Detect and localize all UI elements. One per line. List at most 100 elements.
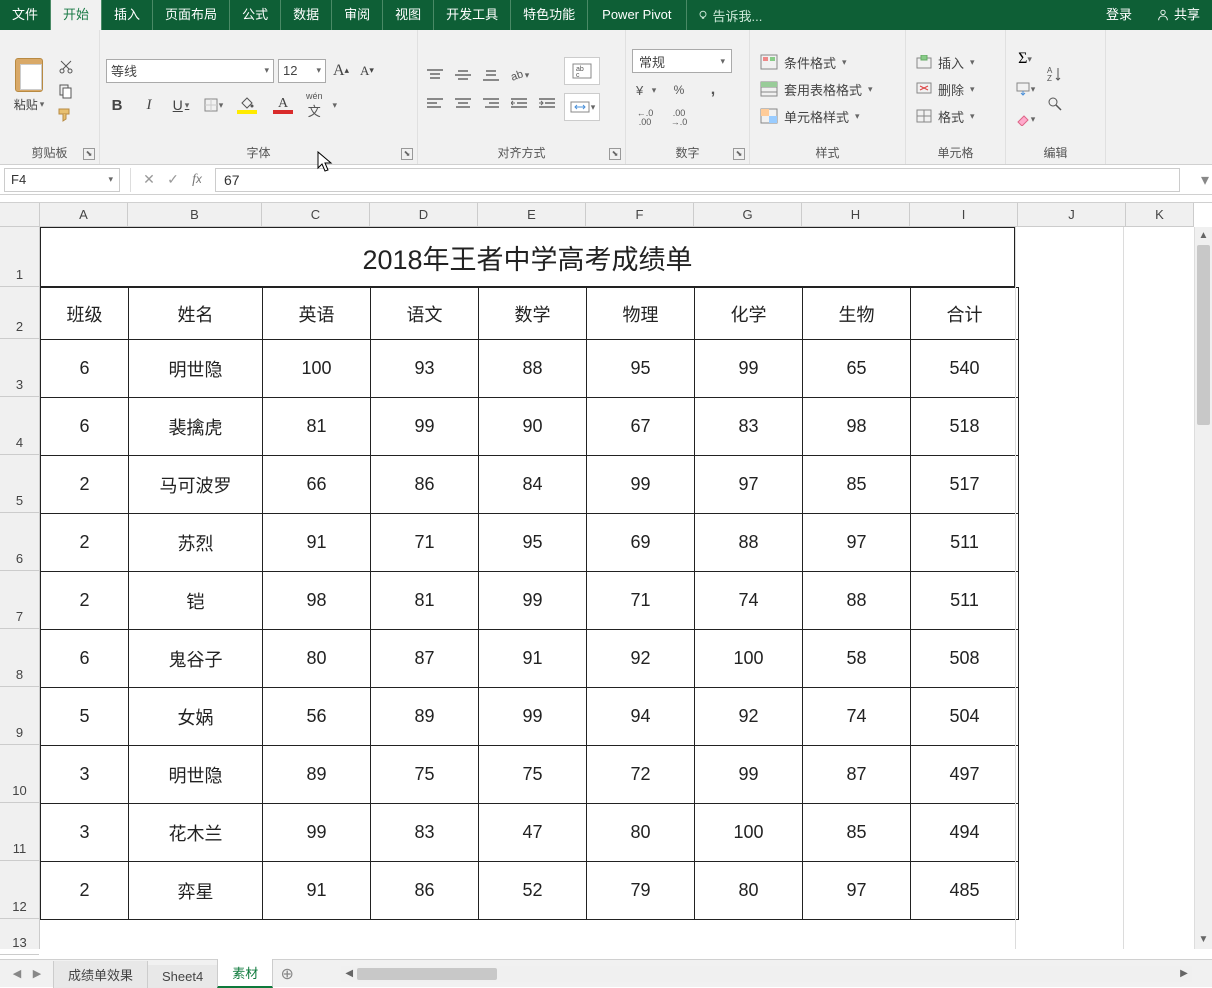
scroll-left-button[interactable]: ◀: [341, 968, 357, 979]
percent-button[interactable]: %: [666, 79, 692, 101]
cell[interactable]: 89: [371, 688, 479, 746]
cell[interactable]: 74: [695, 572, 803, 630]
col-header-E[interactable]: E: [478, 203, 586, 226]
cell[interactable]: 85: [803, 804, 911, 862]
cell[interactable]: 58: [803, 630, 911, 688]
cell[interactable]: 女娲: [129, 688, 263, 746]
cell[interactable]: 87: [803, 746, 911, 804]
col-header-G[interactable]: G: [694, 203, 802, 226]
cell[interactable]: 52: [479, 862, 587, 920]
cell[interactable]: 3: [41, 804, 129, 862]
font-size-combo[interactable]: 12▾: [278, 59, 326, 83]
formula-input[interactable]: 67: [215, 168, 1180, 192]
cell[interactable]: 99: [479, 572, 587, 630]
vertical-scrollbar[interactable]: ▲ ▼: [1194, 227, 1212, 949]
ribbon-tab-数据[interactable]: 数据: [281, 0, 332, 30]
dialog-launcher[interactable]: ⬊: [401, 148, 413, 160]
cell[interactable]: 75: [479, 746, 587, 804]
delete-cells-button[interactable]: 删除▾: [912, 78, 979, 101]
sheet-tab-素材[interactable]: 素材: [217, 959, 273, 988]
cell[interactable]: 92: [587, 630, 695, 688]
row-header-1[interactable]: 1: [0, 227, 39, 287]
col-header-D[interactable]: D: [370, 203, 478, 226]
bold-button[interactable]: B: [106, 94, 128, 116]
cell[interactable]: 鬼谷子: [129, 630, 263, 688]
cell[interactable]: 2: [41, 456, 129, 514]
font-name-combo[interactable]: 等线▾: [106, 59, 274, 83]
cell[interactable]: 明世隐: [129, 746, 263, 804]
clear-button[interactable]: ▾: [1012, 107, 1038, 131]
ribbon-tab-开发工具[interactable]: 开发工具: [434, 0, 511, 30]
horizontal-scrollbar[interactable]: ◀ ▶: [341, 966, 1192, 982]
cell[interactable]: 47: [479, 804, 587, 862]
cell[interactable]: 517: [911, 456, 1019, 514]
cell[interactable]: 99: [479, 688, 587, 746]
cell[interactable]: 511: [911, 514, 1019, 572]
cell[interactable]: 2: [41, 862, 129, 920]
col-header-K[interactable]: K: [1126, 203, 1194, 226]
cell[interactable]: 518: [911, 398, 1019, 456]
align-middle-button[interactable]: [452, 65, 474, 85]
align-center-button[interactable]: [452, 93, 474, 113]
ribbon-tab-特色功能[interactable]: 特色功能: [511, 0, 588, 30]
cell[interactable]: 80: [263, 630, 371, 688]
cell[interactable]: 95: [479, 514, 587, 572]
ribbon-tab-插入[interactable]: 插入: [102, 0, 153, 30]
align-bottom-button[interactable]: [480, 65, 502, 85]
format-as-table-button[interactable]: 套用表格格式▾: [756, 78, 877, 101]
align-right-button[interactable]: [480, 93, 502, 113]
cell[interactable]: 85: [803, 456, 911, 514]
tell-me[interactable]: 告诉我...: [687, 6, 773, 25]
cell[interactable]: 100: [263, 340, 371, 398]
cell[interactable]: 99: [587, 456, 695, 514]
cell[interactable]: 花木兰: [129, 804, 263, 862]
cell[interactable]: 86: [371, 862, 479, 920]
orientation-button[interactable]: ab▾: [508, 65, 530, 85]
accounting-button[interactable]: ¥▾: [632, 79, 658, 101]
increase-decimal-button[interactable]: ←.0.00: [632, 107, 658, 129]
indent-dec-button[interactable]: [508, 93, 530, 113]
table-header[interactable]: 语文: [371, 288, 479, 340]
col-header-H[interactable]: H: [802, 203, 910, 226]
row-header-10[interactable]: 10: [0, 745, 39, 803]
cell[interactable]: 弈星: [129, 862, 263, 920]
cell[interactable]: 86: [371, 456, 479, 514]
cell[interactable]: 6: [41, 340, 129, 398]
cell[interactable]: 6: [41, 630, 129, 688]
select-all-corner[interactable]: [0, 203, 40, 227]
cell[interactable]: 67: [587, 398, 695, 456]
underline-button[interactable]: U▾: [170, 94, 192, 116]
phonetic-button[interactable]: wén文: [306, 91, 323, 120]
row-header-4[interactable]: 4: [0, 397, 39, 455]
paste-button[interactable]: 粘贴▾: [6, 54, 52, 124]
cell[interactable]: 100: [695, 630, 803, 688]
row-header-11[interactable]: 11: [0, 803, 39, 861]
cell[interactable]: 75: [371, 746, 479, 804]
cell[interactable]: 92: [695, 688, 803, 746]
conditional-format-button[interactable]: 条件格式▾: [756, 51, 877, 74]
insert-function-button[interactable]: fx: [185, 168, 209, 192]
col-header-J[interactable]: J: [1018, 203, 1126, 226]
cell[interactable]: 91: [479, 630, 587, 688]
insert-cells-button[interactable]: 插入▾: [912, 51, 979, 74]
table-header[interactable]: 姓名: [129, 288, 263, 340]
dialog-launcher[interactable]: ⬊: [733, 148, 745, 160]
cell[interactable]: 80: [587, 804, 695, 862]
cell[interactable]: 88: [803, 572, 911, 630]
ribbon-tab-Power Pivot[interactable]: Power Pivot: [588, 0, 686, 30]
col-header-I[interactable]: I: [910, 203, 1018, 226]
cell-styles-button[interactable]: 单元格样式▾: [756, 105, 877, 128]
ribbon-tab-审阅[interactable]: 审阅: [332, 0, 383, 30]
comma-button[interactable]: ,: [700, 79, 726, 101]
cell[interactable]: 69: [587, 514, 695, 572]
sort-filter-button[interactable]: AZ: [1042, 62, 1068, 86]
cell[interactable]: 90: [479, 398, 587, 456]
col-header-B[interactable]: B: [128, 203, 262, 226]
cut-button[interactable]: [56, 58, 76, 76]
scroll-right-button[interactable]: ▶: [1176, 968, 1192, 979]
ribbon-tab-公式[interactable]: 公式: [230, 0, 281, 30]
cell[interactable]: 94: [587, 688, 695, 746]
table-header[interactable]: 数学: [479, 288, 587, 340]
cell[interactable]: 74: [803, 688, 911, 746]
indent-inc-button[interactable]: [536, 93, 558, 113]
